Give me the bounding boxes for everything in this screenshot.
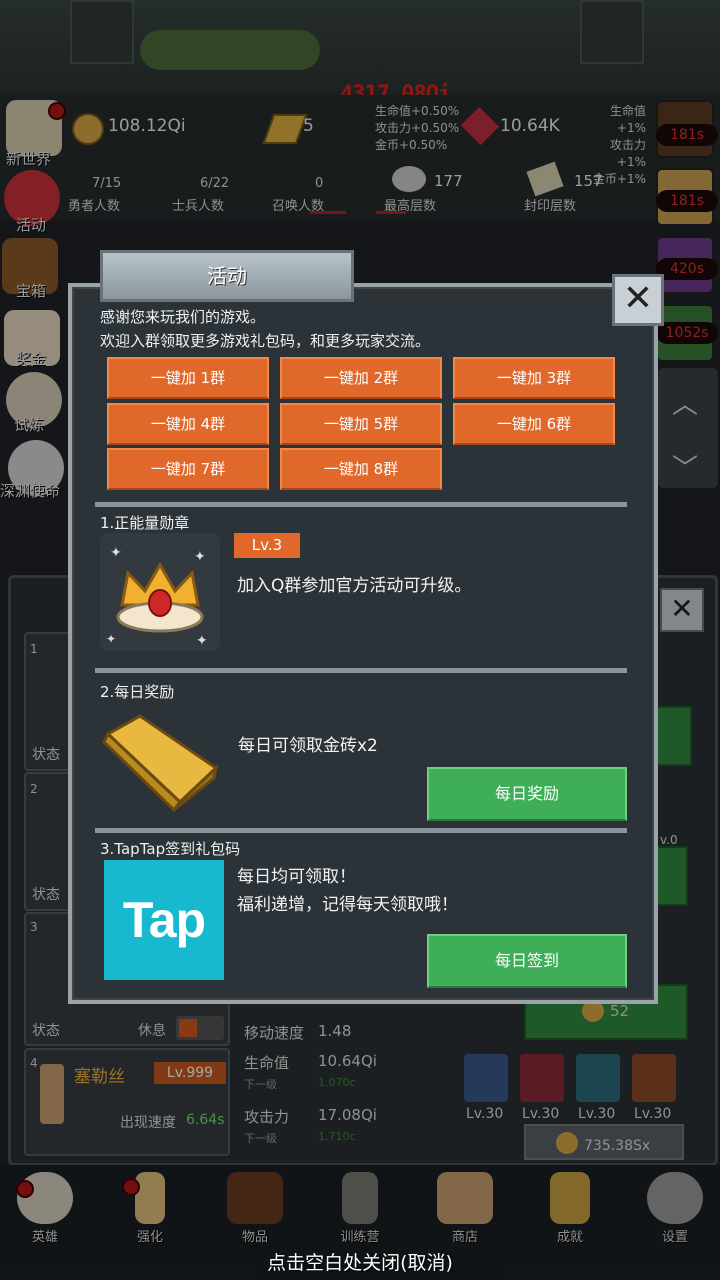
- section-divider: [95, 668, 627, 673]
- section-3-desc-1: 每日均可领取！: [237, 867, 356, 887]
- gold-brick-image: [100, 706, 220, 814]
- join-group-6-button[interactable]: 一键加 6群: [453, 403, 615, 445]
- section-divider: [95, 502, 627, 507]
- svg-text:✦: ✦: [110, 545, 122, 561]
- medal-level-badge: Lv.3: [234, 533, 300, 558]
- intro-line-1: 感谢您来玩我们的游戏。: [100, 308, 266, 326]
- daily-checkin-button[interactable]: 每日签到: [427, 934, 627, 988]
- close-hint: 点击空白处关闭(取消): [267, 1252, 453, 1274]
- medal-image: ✦ ✦ ✦ ✦: [100, 533, 220, 651]
- svg-text:✦: ✦: [106, 632, 116, 646]
- join-group-8-button[interactable]: 一键加 8群: [280, 448, 442, 490]
- section-1-desc: 加入Q群参加官方活动可升级。: [237, 576, 472, 596]
- close-icon[interactable]: ✕: [612, 274, 664, 326]
- join-group-1-button[interactable]: 一键加 1群: [107, 357, 269, 399]
- crown-medal-icon: ✦ ✦ ✦ ✦: [106, 545, 208, 649]
- intro-line-2: 欢迎入群领取更多游戏礼包码，和更多玩家交流。: [100, 332, 431, 350]
- join-group-2-button[interactable]: 一键加 2群: [280, 357, 442, 399]
- join-group-5-button[interactable]: 一键加 5群: [280, 403, 442, 445]
- join-group-7-button[interactable]: 一键加 7群: [107, 448, 269, 490]
- join-group-3-button[interactable]: 一键加 3群: [453, 357, 615, 399]
- section-2-desc: 每日可领取金砖x2: [238, 736, 378, 756]
- section-1-title: 1.正能量勋章: [100, 514, 190, 532]
- daily-reward-button[interactable]: 每日奖励: [427, 767, 627, 821]
- section-divider: [95, 828, 627, 833]
- svg-text:✦: ✦: [196, 633, 208, 649]
- modal-title: 活动: [100, 250, 354, 302]
- svg-text:✦: ✦: [194, 549, 206, 565]
- section-3-title: 3.TapTap签到礼包码: [100, 840, 241, 858]
- join-group-4-button[interactable]: 一键加 4群: [107, 403, 269, 445]
- taptap-logo: Tap: [104, 860, 224, 980]
- section-2-title: 2.每日奖励: [100, 683, 175, 701]
- gold-brick-icon: [102, 714, 219, 813]
- section-3-desc-2: 福利递增，记得每天领取哦！: [237, 895, 458, 915]
